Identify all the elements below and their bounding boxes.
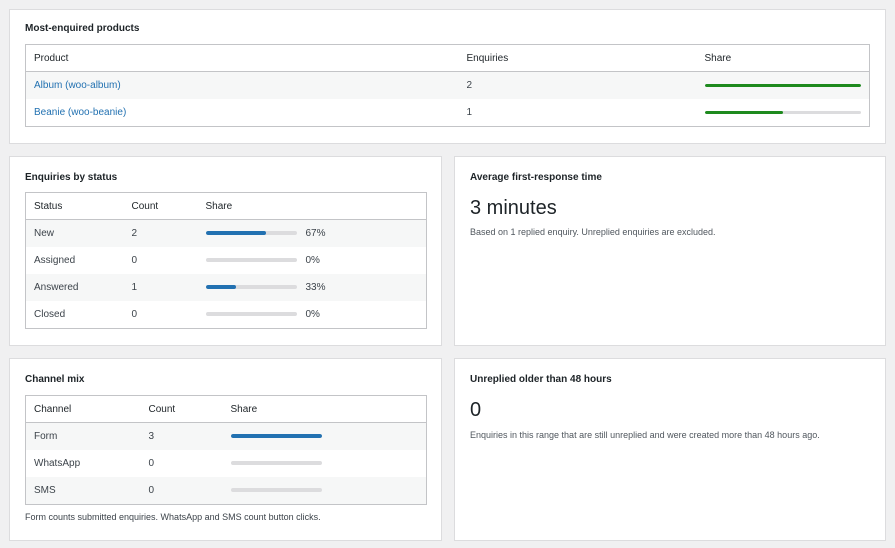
column-header-enquiries: Enquiries — [458, 44, 697, 72]
unreplied-card: Unreplied older than 48 hours 0 Enquirie… — [454, 358, 886, 541]
table-row: SMS 0 — [25, 477, 427, 505]
count-cell: 2 — [123, 219, 198, 247]
table-row: Closed 0 0% — [25, 301, 427, 329]
share-bar-fill — [230, 434, 322, 439]
count-cell: 0 — [140, 450, 223, 477]
share-cell — [222, 422, 427, 450]
count-cell: 1 — [123, 274, 198, 301]
channel-mix-card: Channel mix Channel Count Share Form 3 W… — [9, 358, 442, 541]
share-bar — [205, 312, 297, 317]
card-title: Unreplied older than 48 hours — [470, 374, 612, 385]
channel-table: Channel Count Share Form 3 WhatsApp 0 SM… — [25, 395, 427, 505]
channel-mix-note: Form counts submitted enquiries. WhatsAp… — [25, 512, 321, 522]
count-cell: 3 — [140, 422, 223, 450]
column-header-channel: Channel — [25, 395, 141, 423]
share-percent: 0% — [305, 254, 320, 266]
card-title: Most-enquired products — [25, 23, 140, 34]
share-bar-fill — [205, 285, 236, 290]
share-bar-fill — [704, 110, 783, 114]
most-enquired-table: Product Enquiries Share Album (woo-album… — [25, 44, 870, 127]
product-link-beanie[interactable]: Beanie (woo-beanie) — [34, 107, 126, 118]
channel-cell: Form — [25, 422, 141, 450]
column-header-count: Count — [123, 192, 198, 220]
enquiries-cell: 1 — [458, 99, 697, 127]
average-response-value: 3 minutes — [470, 197, 557, 219]
share-cell: 0% — [197, 247, 427, 274]
share-bar-fill — [205, 231, 267, 236]
column-header-count: Count — [140, 395, 223, 423]
share-percent: 33% — [305, 281, 326, 293]
table-row: Album (woo-album) 2 — [25, 71, 870, 99]
share-bar — [205, 258, 297, 263]
card-title: Average first-response time — [470, 172, 602, 183]
share-percent: 0% — [305, 308, 320, 320]
status-cell: Answered — [25, 274, 124, 301]
product-cell: Beanie (woo-beanie) — [25, 99, 459, 127]
share-cell — [222, 477, 427, 505]
product-link-album[interactable]: Album (woo-album) — [34, 80, 121, 91]
status-cell: Closed — [25, 301, 124, 329]
status-table: Status Count Share New 2 67% Assigned 0 … — [25, 192, 427, 329]
product-cell: Album (woo-album) — [25, 71, 459, 99]
share-cell — [222, 450, 427, 477]
column-header-product: Product — [25, 44, 459, 72]
share-bar — [230, 488, 322, 493]
column-header-share: Share — [197, 192, 427, 220]
channel-cell: WhatsApp — [25, 450, 141, 477]
share-bar — [230, 461, 322, 466]
share-percent: 67% — [305, 227, 326, 239]
table-header-row: Product Enquiries Share — [25, 44, 870, 72]
column-header-status: Status — [25, 192, 124, 220]
table-row: Form 3 — [25, 422, 427, 450]
unreplied-value: 0 — [470, 399, 482, 421]
count-cell: 0 — [140, 477, 223, 505]
table-row: Answered 1 33% — [25, 274, 427, 301]
share-bar-fill — [704, 83, 861, 87]
count-cell: 0 — [123, 301, 198, 329]
table-row: New 2 67% — [25, 219, 427, 247]
unreplied-description: Enquiries in this range that are still u… — [470, 430, 820, 440]
column-header-share: Share — [222, 395, 427, 423]
enquiries-by-status-card: Enquiries by status Status Count Share N… — [9, 156, 442, 346]
share-cell — [696, 71, 870, 99]
share-cell — [696, 99, 870, 127]
average-response-description: Based on 1 replied enquiry. Unreplied en… — [470, 227, 716, 237]
most-enquired-products-card: Most-enquired products Product Enquiries… — [9, 9, 886, 144]
table-row: Beanie (woo-beanie) 1 — [25, 99, 870, 127]
status-cell: Assigned — [25, 247, 124, 274]
card-title: Enquiries by status — [25, 172, 118, 183]
column-header-share: Share — [696, 44, 870, 72]
share-bar — [704, 83, 861, 87]
share-bar — [230, 434, 322, 439]
share-cell: 0% — [197, 301, 427, 329]
channel-cell: SMS — [25, 477, 141, 505]
share-bar — [205, 285, 297, 290]
share-bar — [205, 231, 297, 236]
enquiries-cell: 2 — [458, 71, 697, 99]
share-cell: 67% — [197, 219, 427, 247]
share-cell: 33% — [197, 274, 427, 301]
table-row: Assigned 0 0% — [25, 247, 427, 274]
average-response-card: Average first-response time 3 minutes Ba… — [454, 156, 886, 346]
table-row: WhatsApp 0 — [25, 450, 427, 477]
count-cell: 0 — [123, 247, 198, 274]
table-header-row: Channel Count Share — [25, 395, 427, 423]
table-header-row: Status Count Share — [25, 192, 427, 220]
share-bar — [704, 110, 861, 114]
card-title: Channel mix — [25, 374, 85, 385]
status-cell: New — [25, 219, 124, 247]
